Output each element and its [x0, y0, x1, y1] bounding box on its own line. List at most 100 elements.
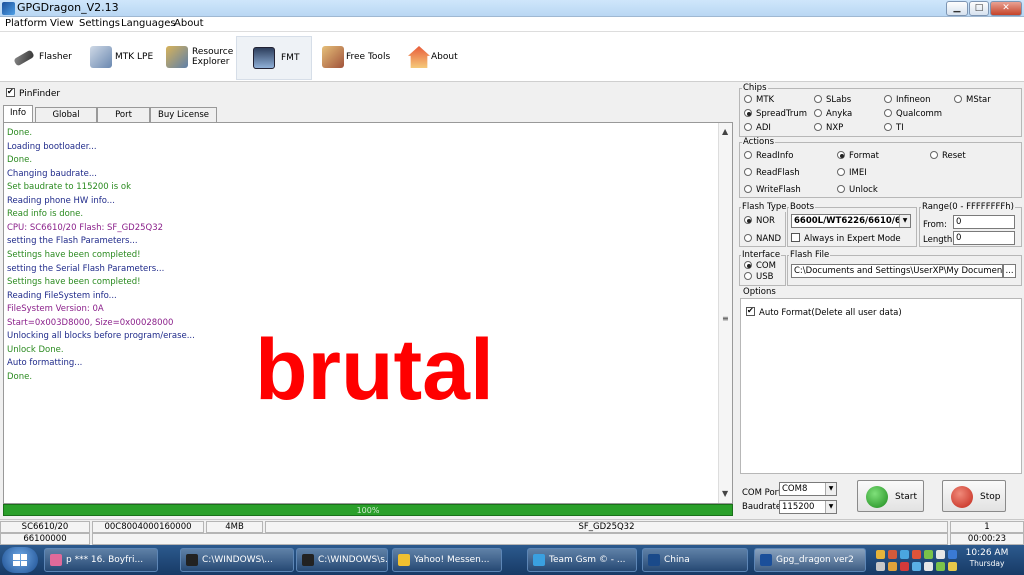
tray-icon[interactable] — [900, 550, 909, 559]
tab-global-settings[interactable]: Global Settings — [35, 107, 97, 134]
tray-icon[interactable] — [912, 562, 921, 571]
volume-icon[interactable] — [924, 562, 933, 571]
tray-icon[interactable] — [924, 550, 933, 559]
fmt-button[interactable]: FMT — [236, 36, 312, 80]
network-icon[interactable] — [936, 562, 945, 571]
chip-nxp[interactable]: NXP — [814, 123, 843, 133]
resource-explorer-button[interactable]: Resource Explorer — [158, 36, 234, 80]
start-button[interactable]: Start — [857, 480, 924, 512]
action-readflash[interactable]: ReadFlash — [744, 168, 800, 178]
stop-button[interactable]: Stop — [942, 480, 1006, 512]
taskbar-item[interactable]: p *** 16. Boyfri... — [44, 548, 158, 572]
tray-icon[interactable] — [912, 550, 921, 559]
scroll-down-icon[interactable]: ▼ — [722, 489, 728, 498]
status-count: 1 — [950, 521, 1024, 533]
close-button[interactable]: ✕ — [990, 1, 1022, 16]
radio-icon — [837, 151, 845, 159]
tray-icon[interactable] — [888, 550, 897, 559]
chip-spreadtrum[interactable]: SpreadTrum — [744, 109, 807, 119]
scroll-grip-icon[interactable]: ≡ — [722, 314, 729, 323]
check-icon — [746, 306, 755, 316]
tray-icon[interactable] — [900, 562, 909, 571]
tab-info[interactable]: Info — [3, 105, 33, 122]
log-line: Read info is done. — [7, 209, 84, 220]
pinfinder-checkbox[interactable]: PinFinder — [6, 87, 60, 99]
action-imei[interactable]: IMEI — [837, 168, 867, 178]
boots-select[interactable]: 6600L/WT6226/6610/6620 ▼ — [791, 214, 911, 228]
flash-type-nor[interactable]: NOR — [744, 216, 775, 226]
resource-label-1: Resource — [192, 47, 234, 57]
radio-icon — [744, 168, 752, 176]
tray-icon[interactable] — [936, 550, 945, 559]
tray-icon[interactable] — [876, 562, 885, 571]
tray-icon[interactable] — [888, 562, 897, 571]
browse-button[interactable]: ... — [1003, 264, 1016, 278]
options-panel — [740, 298, 1022, 474]
menu-platform[interactable]: Platform — [5, 18, 47, 29]
action-unlock[interactable]: Unlock — [837, 185, 878, 195]
com-port-select[interactable]: COM8 ▼ — [779, 482, 837, 496]
action-writeflash[interactable]: WriteFlash — [744, 185, 801, 195]
taskbar-item[interactable]: China — [642, 548, 748, 572]
auto-format-checkbox[interactable]: Auto Format(Delete all user data) — [746, 306, 902, 318]
interface-usb[interactable]: USB — [744, 272, 773, 282]
expert-mode-checkbox[interactable]: Always in Expert Mode — [791, 233, 901, 244]
log-line: setting the Serial Flash Parameters... — [7, 263, 165, 274]
log-scrollbar[interactable]: ▲ ≡ ▼ — [718, 123, 732, 503]
menu-languages[interactable]: Languages — [121, 18, 176, 29]
taskbar-item[interactable]: Team Gsm © - ... — [527, 548, 637, 572]
chip-anyka[interactable]: Anyka — [814, 109, 852, 119]
interface-com[interactable]: COM — [744, 261, 776, 271]
start-button-windows[interactable] — [2, 547, 38, 573]
radio-icon — [744, 123, 752, 131]
menu-settings[interactable]: Settings — [79, 18, 120, 29]
taskbar-item[interactable]: C:\WINDOWS\... — [180, 548, 294, 572]
free-tools-button[interactable]: Free Tools — [314, 36, 394, 80]
tab-buy-license-key[interactable]: Buy License Key — [150, 107, 217, 134]
menu-about[interactable]: About — [174, 18, 204, 29]
mtk-lpe-button[interactable]: MTK LPE — [82, 36, 154, 80]
radio-icon — [744, 234, 752, 242]
status-flash-id: 00C8004000160000 — [92, 521, 204, 533]
tray-icon[interactable] — [948, 562, 957, 571]
log-line: Auto formatting... — [7, 358, 83, 369]
app-icon — [533, 554, 545, 566]
radio-icon — [744, 272, 752, 280]
window-title: GPGDragon_V2.13 — [17, 1, 119, 14]
baudrate-select[interactable]: 115200 ▼ — [779, 500, 837, 514]
scroll-up-icon[interactable]: ▲ — [722, 127, 728, 136]
log-line: Settings have been completed! — [7, 277, 141, 288]
chip-mstar[interactable]: MStar — [954, 95, 991, 105]
action-reset[interactable]: Reset — [930, 151, 966, 161]
log-line: Loading bootloader... — [7, 141, 97, 152]
minimize-button[interactable]: ▁ — [946, 1, 968, 16]
flash-type-nand[interactable]: NAND — [744, 234, 781, 244]
range-length-input[interactable]: 0 — [953, 231, 1015, 245]
flash-file-input[interactable]: C:\Documents and Settings\UserXP\My Docu… — [791, 264, 1003, 278]
log-panel[interactable]: Done. Loading bootloader... Done. Changing … — [3, 122, 733, 504]
log-line: Done. — [7, 128, 33, 138]
about-button[interactable]: About — [400, 36, 464, 80]
tab-port-monitor[interactable]: Port Monitor — [97, 107, 150, 134]
chip-adi[interactable]: ADI — [744, 123, 771, 133]
chip-mtk[interactable]: MTK — [744, 95, 774, 105]
range-from-label: From: — [923, 220, 947, 230]
chip-ti[interactable]: TI — [884, 123, 904, 133]
range-from-input[interactable]: 0 — [953, 215, 1015, 229]
action-format[interactable]: Format — [837, 151, 879, 161]
tray-icon[interactable] — [948, 550, 957, 559]
clock[interactable]: 10:26 AM Thursday — [964, 547, 1010, 569]
taskbar-item[interactable]: C:\WINDOWS\s... — [296, 548, 388, 572]
tray-icon[interactable] — [876, 550, 885, 559]
menu-view[interactable]: View — [50, 18, 74, 29]
chip-infineon[interactable]: Infineon — [884, 95, 930, 105]
flasher-button[interactable]: Flasher — [4, 36, 78, 80]
chip-slabs[interactable]: SLabs — [814, 95, 851, 105]
taskbar-item[interactable]: Yahoo! Messen... — [392, 548, 502, 572]
baudrate-label: Baudrate — [742, 502, 782, 512]
chip-qualcomm[interactable]: Qualcomm — [884, 109, 942, 119]
taskbar-item[interactable]: Gpg_dragon ver2 — [754, 548, 866, 572]
taskbar: p *** 16. Boyfri... C:\WINDOWS\... C:\WIND… — [0, 545, 1024, 575]
maximize-button[interactable]: □ — [969, 1, 989, 16]
action-readinfo[interactable]: ReadInfo — [744, 151, 793, 161]
